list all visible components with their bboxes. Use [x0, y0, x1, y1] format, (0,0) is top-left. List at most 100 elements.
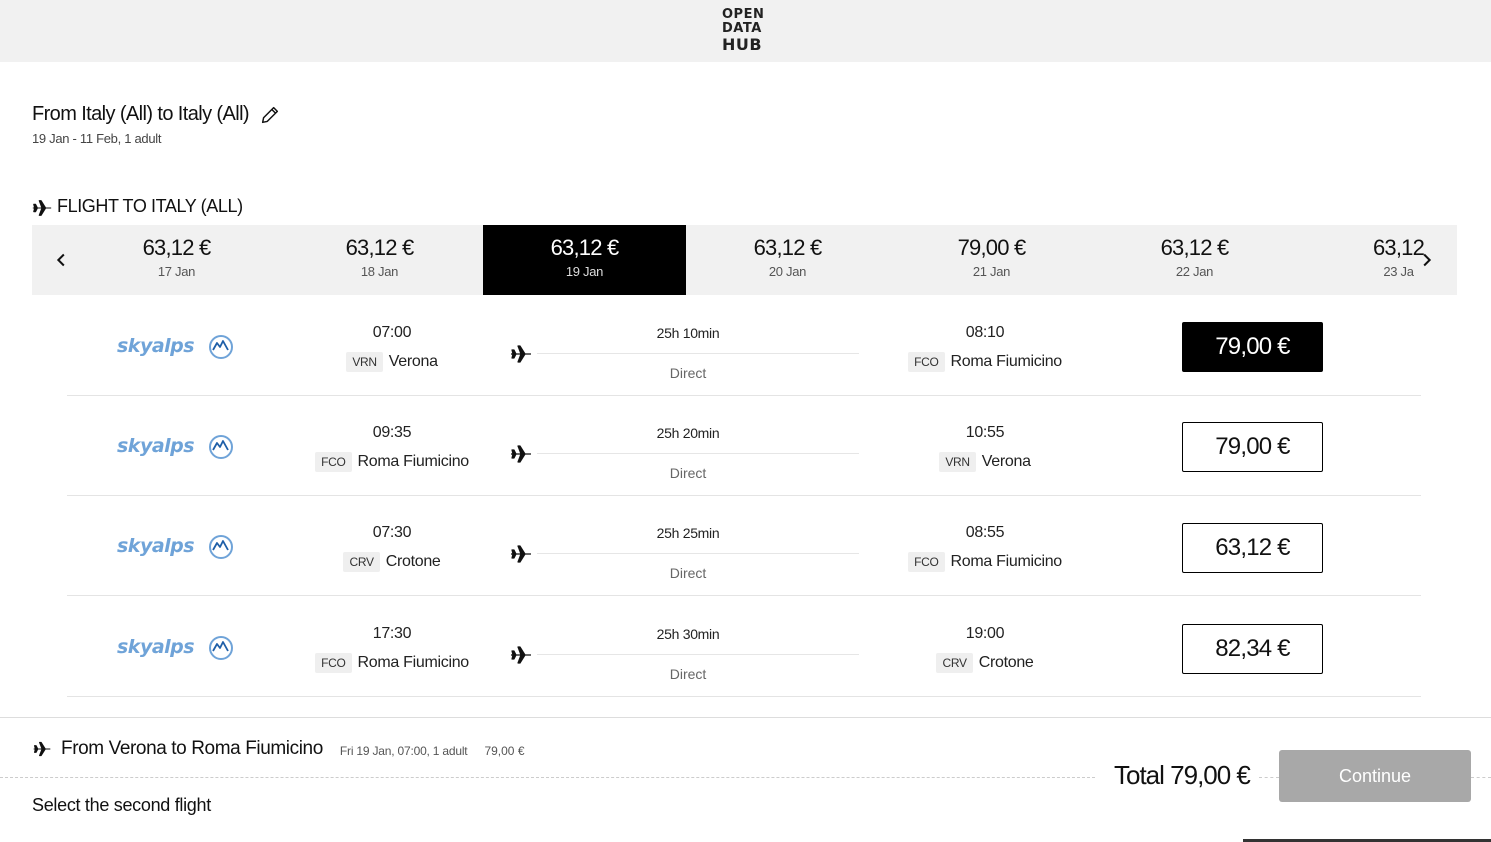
airplane-icon: [511, 545, 531, 563]
arrival-time: 08:55: [965, 524, 1005, 541]
arrival-info: 10:55 VRN Verona: [900, 424, 1070, 472]
flight-stops: Direct: [669, 666, 707, 682]
departure-time: 07:30: [372, 524, 412, 541]
route-title: From Italy (All) to Italy (All): [32, 103, 281, 126]
skyalps-logo-text: skyalps: [117, 636, 194, 658]
arrival-time: 19:00: [965, 625, 1005, 642]
date-option[interactable]: 63,12 € 18 Jan: [278, 225, 481, 295]
airport-city: Verona: [981, 453, 1031, 470]
arrival-airport: FCO Roma Fiumicino: [900, 552, 1070, 572]
airplane-icon: [32, 200, 52, 216]
arrival-info: 08:55 FCO Roma Fiumicino: [900, 524, 1070, 572]
date-option[interactable]: 63,12 € 22 Jan: [1093, 225, 1296, 295]
chevron-right-icon[interactable]: [1415, 249, 1437, 271]
date-price: 63,12 €: [142, 235, 212, 260]
airport-code: FCO: [315, 452, 352, 472]
departure-time: 09:35: [372, 424, 412, 441]
date-price: 79,00 €: [957, 235, 1027, 260]
open-data-hub-logo[interactable]: OPEN DATA HUB: [722, 8, 770, 54]
airport-code: VRN: [939, 452, 976, 472]
date-price: 63,12 €: [753, 235, 823, 260]
date-option[interactable]: 79,00 € 21 Jan: [890, 225, 1093, 295]
select-price-button[interactable]: 79,00 €: [1182, 422, 1323, 472]
date-day: 22 Jan: [1175, 264, 1214, 279]
route-title-text: From Italy (All) to Italy (All): [32, 103, 250, 125]
airport-code: FCO: [315, 653, 352, 673]
divider: [1471, 777, 1491, 778]
arrival-time: 10:55: [965, 424, 1005, 441]
route-line: [537, 654, 859, 655]
airplane-icon: [511, 646, 531, 664]
route-subtitle: 19 Jan - 11 Feb, 1 adult: [32, 131, 162, 146]
divider: [0, 777, 1095, 778]
route-line: [537, 353, 859, 354]
date-price: 63,12 €: [550, 235, 620, 260]
logo-line-2: DATA: [722, 21, 762, 36]
skyalps-logo: skyalps: [117, 636, 233, 660]
departure-time: 07:00: [372, 324, 412, 341]
departure-airport: VRN Verona: [307, 352, 477, 372]
airport-code: FCO: [908, 352, 945, 372]
flight-stops: Direct: [669, 565, 707, 581]
arrival-info: 08:10 FCO Roma Fiumicino: [900, 324, 1070, 372]
airport-city: Crotone: [385, 553, 441, 570]
airport-code: VRN: [346, 352, 383, 372]
skyalps-logo-text: skyalps: [117, 335, 194, 357]
select-price-button[interactable]: 79,00 €: [1182, 322, 1323, 372]
continue-button[interactable]: Continue: [1279, 750, 1471, 802]
departure-info: 07:30 CRV Crotone: [307, 524, 477, 572]
date-day: 20 Jan: [768, 264, 807, 279]
selected-flight-price: 79,00 €: [484, 744, 525, 758]
departure-airport: CRV Crotone: [307, 552, 477, 572]
flight-row[interactable]: skyalps 07:00 VRN Verona 25h 10min Direct 08:1…: [67, 296, 1421, 396]
flight-stops: Direct: [669, 465, 707, 481]
chevron-left-icon[interactable]: [51, 249, 73, 271]
airport-city: Roma Fiumicino: [950, 353, 1063, 370]
flight-duration: 25h 25min: [656, 525, 720, 541]
flight-row[interactable]: skyalps 09:35 FCO Roma Fiumicino 25h 20min Di…: [67, 396, 1421, 496]
arrival-airport: VRN Verona: [900, 452, 1070, 472]
date-option[interactable]: 63,12 € 17 Jan: [75, 225, 278, 295]
second-flight-prompt: Select the second flight: [32, 795, 211, 815]
flight-row[interactable]: skyalps 17:30 FCO Roma Fiumicino 25h 30min Di…: [67, 597, 1421, 697]
date-option[interactable]: 63,12 € 20 Jan: [686, 225, 889, 295]
total-price: Total 79,00 €: [1114, 760, 1251, 790]
selected-flight-meta: Fri 19 Jan, 07:00, 1 adult: [339, 744, 468, 758]
departure-airport: FCO Roma Fiumicino: [307, 653, 477, 673]
date-day: 21 Jan: [972, 264, 1011, 279]
selected-flight-title: From Verona to Roma Fiumicino: [61, 738, 323, 759]
airport-city: Roma Fiumicino: [357, 453, 470, 470]
airport-code: FCO: [908, 552, 945, 572]
arrival-airport: FCO Roma Fiumicino: [900, 352, 1070, 372]
airplane-icon: [511, 445, 531, 463]
departure-info: 17:30 FCO Roma Fiumicino: [307, 625, 477, 673]
skyalps-logo: skyalps: [117, 335, 233, 359]
booking-footer: From Verona to Roma Fiumicino Fri 19 Jan…: [0, 717, 1491, 842]
select-price-button[interactable]: 82,34 €: [1182, 624, 1323, 674]
pencil-edit-icon[interactable]: [259, 104, 281, 126]
airport-city: Crotone: [978, 654, 1034, 671]
skyalps-logo: skyalps: [117, 535, 233, 559]
date-price: 63,12 €: [345, 235, 415, 260]
date-day: 18 Jan: [360, 264, 399, 279]
selected-flight-summary: From Verona to Roma Fiumicino Fri 19 Jan…: [32, 738, 525, 760]
flight-duration: 25h 30min: [656, 626, 720, 642]
departure-time: 17:30: [372, 625, 412, 642]
arrival-info: 19:00 CRV Crotone: [900, 625, 1070, 673]
flight-stops: Direct: [669, 365, 707, 381]
date-option[interactable]: 63,12 € 19 Jan: [483, 225, 686, 295]
departure-info: 09:35 FCO Roma Fiumicino: [307, 424, 477, 472]
route-line: [537, 553, 859, 554]
airport-city: Roma Fiumicino: [357, 654, 470, 671]
select-price-button[interactable]: 63,12 €: [1182, 523, 1323, 573]
divider: [1259, 777, 1279, 778]
section-title-text: FLIGHT TO ITALY (ALL): [57, 196, 243, 216]
arrival-airport: CRV Crotone: [900, 653, 1070, 673]
skyalps-logo-text: skyalps: [117, 535, 194, 557]
date-day: 19 Jan: [565, 264, 604, 279]
route-line: [537, 453, 859, 454]
flight-duration: 25h 10min: [656, 325, 720, 341]
logo-line-3: HUB: [722, 35, 763, 54]
flight-row[interactable]: skyalps 07:30 CRV Crotone 25h 25min Direct 08:…: [67, 496, 1421, 596]
date-price: 63,12 €: [1160, 235, 1230, 260]
